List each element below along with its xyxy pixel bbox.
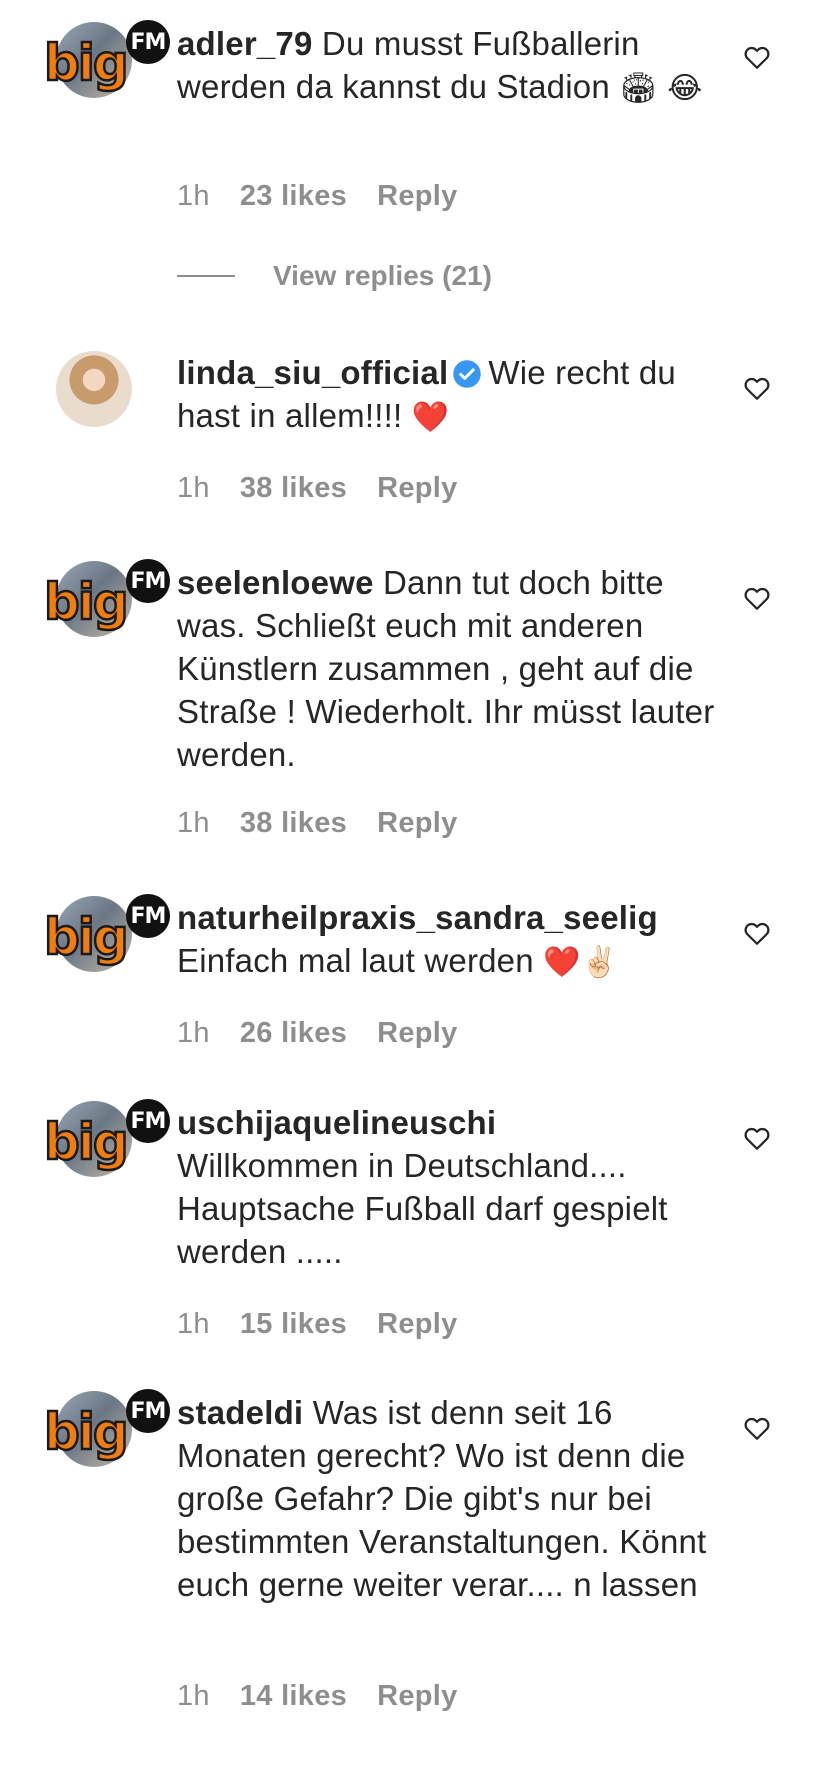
bigfm-logo: big [43,34,130,92]
avatar[interactable]: big FM [43,1387,174,1475]
reply-button[interactable]: Reply [377,1308,457,1341]
divider-line [177,275,235,277]
comment-meta: 1h 23 likes Reply [177,180,458,213]
comment-username[interactable]: stadeldi [177,1394,303,1431]
bigfm-logo-fm: FM [126,1099,170,1143]
comment-body: naturheilpraxis_sandra_seelig Einfach ma… [177,896,717,984]
bigfm-logo: big [43,1403,130,1461]
comment-meta: 1h 14 likes Reply [177,1680,458,1713]
comment-meta: 1h 15 likes Reply [177,1308,458,1341]
reply-button[interactable]: Reply [377,180,457,213]
view-replies-button[interactable]: View replies (21) [177,260,492,292]
view-replies-label: View replies (21) [273,260,492,291]
avatar[interactable]: big FM [43,892,174,980]
bigfm-logo: big [43,908,130,966]
comment-meta: 1h 26 likes Reply [177,1017,458,1050]
avatar[interactable] [44,347,174,435]
comment-time[interactable]: 1h [177,1017,210,1050]
reply-button[interactable]: Reply [377,1680,457,1713]
comment-likes[interactable]: 38 likes [240,807,347,840]
comment-text: Willkommen in Deutschland.... Hauptsache… [177,1147,668,1270]
bigfm-logo: big [43,1113,130,1171]
avatar[interactable]: big FM [43,18,174,106]
comment-time[interactable]: 1h [177,807,210,840]
comment-text: Einfach mal laut werden [177,942,534,979]
comment-emoji: 🏟 😂 [619,71,703,106]
comment-username[interactable]: seelenloewe [177,564,374,601]
reply-button[interactable]: Reply [377,472,457,505]
reply-button[interactable]: Reply [377,1017,457,1050]
comment-time[interactable]: 1h [177,472,210,505]
heart-icon[interactable] [742,1413,772,1443]
comment-body: adler_79 Du musst Fußballerin werden da … [177,22,717,110]
heart-icon[interactable] [742,373,772,403]
heart-icon[interactable] [742,583,772,613]
reply-button[interactable]: Reply [377,807,457,840]
avatar-photo [56,351,132,427]
comment-likes[interactable]: 15 likes [240,1308,347,1341]
bigfm-logo-fm: FM [126,894,170,938]
comment-username[interactable]: adler_79 [177,25,313,62]
verified-badge-icon [453,360,482,388]
bigfm-logo-fm: FM [126,20,170,64]
comment-body: uschijaquelineuschi Willkommen in Deutsc… [177,1101,717,1273]
avatar[interactable]: big FM [43,557,174,645]
comment-emoji: ❤️✌🏻 [543,945,619,980]
heart-icon[interactable] [742,1123,772,1153]
bigfm-logo: big [43,573,130,631]
comment-time[interactable]: 1h [177,1308,210,1341]
comment-time[interactable]: 1h [177,1680,210,1713]
heart-icon[interactable] [742,918,772,948]
comment-likes[interactable]: 38 likes [240,472,347,505]
comment-likes[interactable]: 14 likes [240,1680,347,1713]
comment-meta: 1h 38 likes Reply [177,807,458,840]
comment-body: linda_siu_official Wie recht du hast in a… [177,351,717,439]
comment-username[interactable]: linda_siu_official [177,354,448,391]
comment-username[interactable]: naturheilpraxis_sandra_seelig [177,899,658,936]
comment-username[interactable]: uschijaquelineuschi [177,1104,496,1141]
comment-likes[interactable]: 23 likes [240,180,347,213]
bigfm-logo-fm: FM [126,1389,170,1433]
avatar[interactable]: big FM [43,1097,174,1185]
comment-time[interactable]: 1h [177,180,210,213]
comment-meta: 1h 38 likes Reply [177,472,458,505]
comment-body: stadeldi Was ist denn seit 16 Monaten ge… [177,1391,717,1606]
heart-icon[interactable] [742,42,772,72]
comment-emoji: ❤️ [411,400,450,435]
comment-likes[interactable]: 26 likes [240,1017,347,1050]
comment-body: seelenloewe Dann tut doch bitte was. Sch… [177,561,717,776]
bigfm-logo-fm: FM [126,559,170,603]
